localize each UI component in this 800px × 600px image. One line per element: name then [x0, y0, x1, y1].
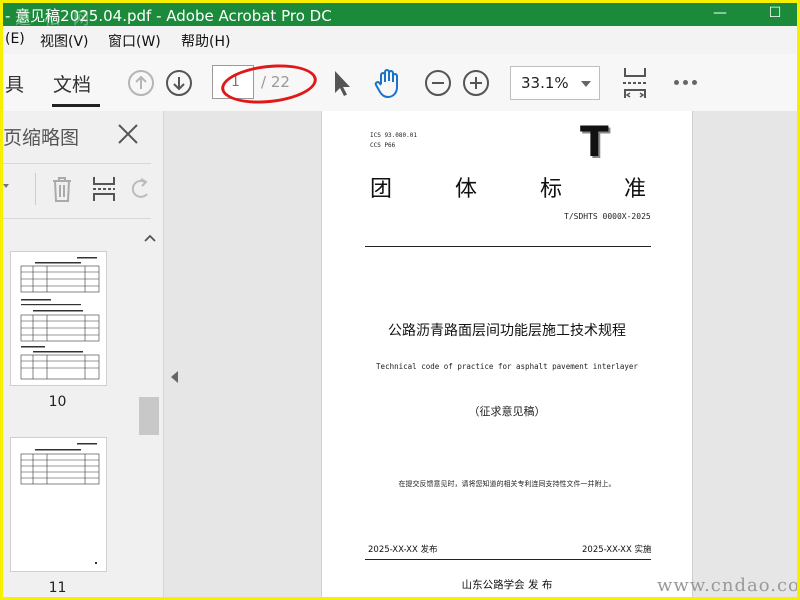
thumbnail-content: [20, 257, 100, 380]
hand-icon[interactable]: [373, 66, 405, 100]
patent-note: 在提交反馈意见时，请将您知道的相关专利连同支持性文件一并附上。: [398, 480, 616, 488]
thumbnail-page-label: 10: [48, 394, 67, 410]
zoom-value: 33.1%: [521, 74, 569, 92]
select-cursor-icon[interactable]: [331, 68, 353, 98]
fit-page-icon[interactable]: [620, 65, 650, 101]
collapse-panel-arrow-icon[interactable]: [171, 371, 178, 383]
arrow-down-circle-icon[interactable]: [165, 69, 193, 97]
panel-title: 页缩略图: [3, 127, 80, 149]
toolbar: 具 文档 1 / 22 33.1%: [3, 54, 797, 112]
standard-char: 团: [370, 177, 393, 202]
menu-window[interactable]: 窗口(W): [108, 31, 161, 51]
standard-type-letter: T: [580, 117, 609, 166]
maximize-button[interactable]: ☐: [755, 3, 795, 26]
header-rule: [365, 246, 651, 247]
standard-char: 准: [624, 177, 647, 202]
thumbnail-panel: 页缩略图 10 11: [3, 111, 164, 597]
standard-char: 标: [540, 177, 563, 202]
rotate-icon[interactable]: [131, 176, 151, 202]
standard-char: 体: [455, 177, 478, 202]
menu-help[interactable]: 帮助(H): [181, 31, 230, 51]
title-bar: - 意见稿2025.04.pdf - Adobe Acrobat Pro DC …: [3, 3, 797, 28]
document-title-en: Technical code of practice for asphalt p…: [376, 362, 638, 371]
divider: [35, 173, 36, 205]
tab-document[interactable]: 文档: [53, 70, 91, 97]
publisher: 山东公路学会 发 布: [461, 579, 553, 591]
page-thumbnail[interactable]: [10, 251, 107, 386]
close-icon[interactable]: [115, 121, 141, 147]
menu-bar: (E) 视图(V) 窗口(W) 帮助(H): [3, 26, 797, 54]
divider: [3, 218, 151, 219]
site-watermark: www.cndao.com: [657, 575, 800, 596]
page-thumbnail[interactable]: [10, 437, 107, 572]
trash-icon[interactable]: [49, 174, 75, 204]
insert-page-icon[interactable]: [91, 174, 117, 204]
implementation-date: 2025-XX-XX 实施: [582, 545, 652, 555]
more-dot: [683, 80, 688, 85]
more-dot: [674, 80, 679, 85]
divider: [3, 163, 151, 164]
footer-rule: [365, 559, 651, 560]
scroll-up-arrow-icon[interactable]: [144, 233, 156, 243]
zoom-out-icon[interactable]: [424, 69, 452, 97]
more-dot: [692, 80, 697, 85]
app-window: - 意见稿2025.04.pdf - Adobe Acrobat Pro DC …: [0, 0, 800, 600]
ccs-code: CCS P66: [370, 142, 396, 149]
chevron-down-icon: [581, 81, 591, 87]
thumbnail-content: [20, 443, 100, 564]
document-title-cn: 公路沥青路面层间功能层施工技术规程: [388, 323, 626, 339]
issue-date: 2025-XX-XX 发布: [368, 545, 438, 555]
draft-label: （征求意见稿）: [468, 405, 546, 418]
scrollbar-thumb[interactable]: [139, 397, 159, 435]
menu-view[interactable]: 视图(V): [40, 31, 89, 51]
tab-tools[interactable]: 具: [5, 70, 24, 97]
thumbnail-page-label: 11: [48, 580, 67, 596]
ics-code: ICS 93.080.01: [370, 132, 417, 139]
active-tab-indicator: [52, 104, 100, 107]
zoom-in-icon[interactable]: [462, 69, 490, 97]
options-chevron-icon[interactable]: [3, 179, 13, 193]
arrow-up-circle-icon[interactable]: [127, 69, 155, 97]
standard-code: T/SDHTS 0000X-2025: [564, 212, 651, 221]
menu-edit[interactable]: (E): [5, 31, 25, 47]
pdf-page[interactable]: ICS 93.080.01 CCS P66 T 团 体 标 准 T/SDHTS …: [321, 111, 693, 597]
zoom-select[interactable]: 33.1%: [510, 66, 600, 100]
minimize-button[interactable]: —: [700, 3, 740, 26]
